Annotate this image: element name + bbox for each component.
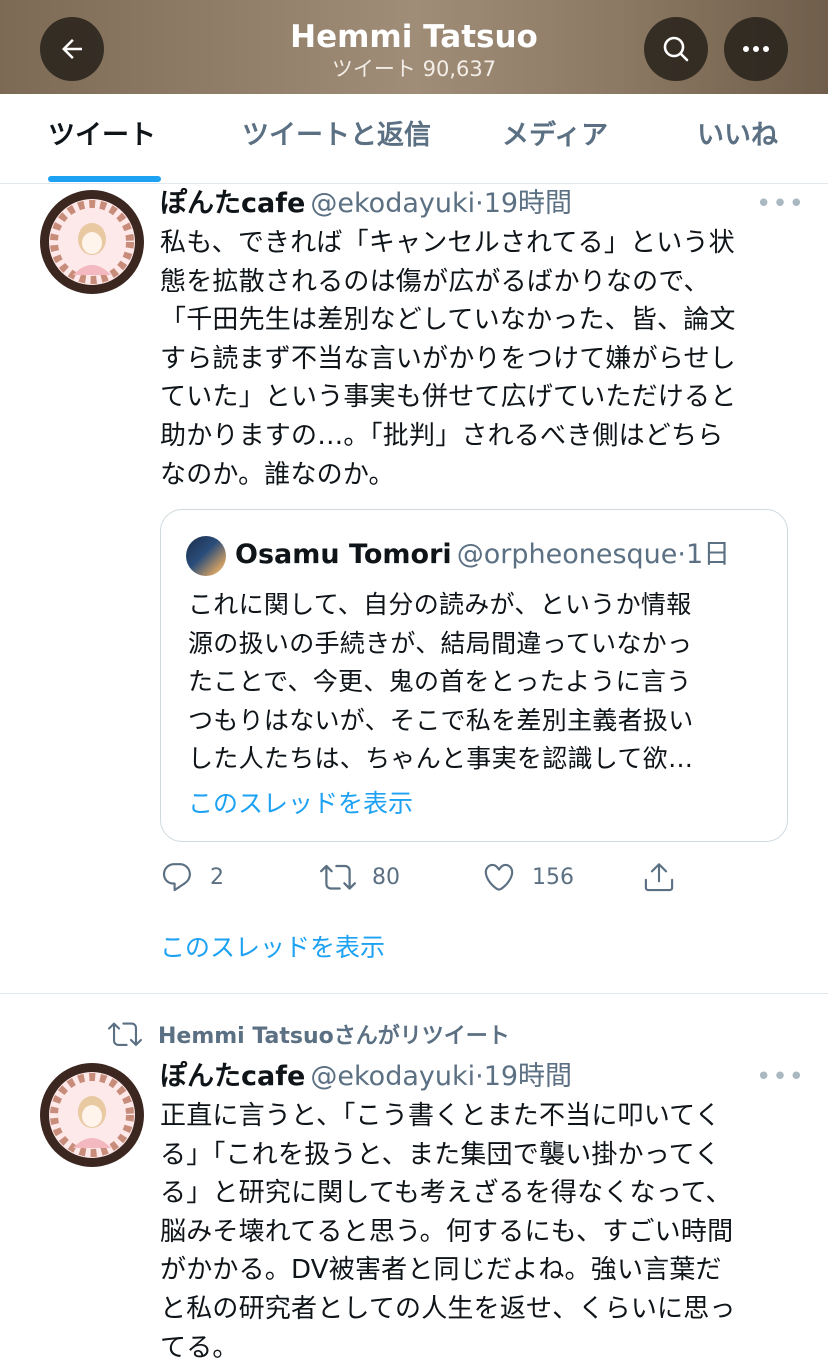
author-name[interactable]: ぽんたcafe xyxy=(160,1061,305,1092)
quoted-tweet-card[interactable]: Osamu Tomori @orpheonesque·1日 これに関して、自分の… xyxy=(160,509,788,842)
tweet-text-line: てる。 xyxy=(160,1332,239,1363)
tweet-text-line: 脳みそ壊れてると思う。何するにも、すごい時間 xyxy=(160,1216,734,1247)
tweet-menu-icon[interactable]: ••• xyxy=(756,1064,805,1090)
avatar-image xyxy=(49,1072,135,1158)
profile-header: Hemmi Tatsuo ツイート 90,637 xyxy=(0,0,828,94)
retweet-count: 80 xyxy=(372,864,400,890)
author-handle[interactable]: @ekodayuki xyxy=(310,188,475,219)
tweet-text-line: ていた」という事実も併せて広げていただけると xyxy=(160,382,737,413)
quoted-text-line: これに関して、自分の読みが、というか情報 xyxy=(188,590,692,619)
quoted-avatar[interactable] xyxy=(186,536,226,576)
like-count: 156 xyxy=(532,864,574,890)
tweet-header: ぽんたcafe @ekodayuki·19時間 xyxy=(160,186,572,222)
tab-media[interactable]: メディア xyxy=(502,118,608,154)
quoted-tweet-time: 1日 xyxy=(685,539,731,570)
tweet-text-line: 私も、できれば「キャンセルされてる」という状 xyxy=(160,228,735,258)
tweet-text-line: る」「これを扱うと、また集団で襲い掛かってく xyxy=(160,1139,721,1170)
share-button[interactable] xyxy=(642,858,676,896)
retweet-icon xyxy=(320,864,356,890)
tweet-divider xyxy=(0,993,828,994)
quoted-text-line: つもりはないが、そこで私を差別主義者扱い xyxy=(188,705,694,735)
profile-name-title: Hemmi Tatsuo xyxy=(290,19,538,55)
profile-tabs: ツイート ツイートと返信 メディア いいね xyxy=(0,94,828,184)
retweeted-by-text[interactable]: Hemmi Tatsuoさんがリツイート xyxy=(158,1018,510,1050)
search-button[interactable] xyxy=(644,17,708,81)
avatar[interactable] xyxy=(40,1063,144,1167)
tweet-text: 正直に言うと、「こう書くとまた不当に叩いてく る」「これを扱うと、また集団で襲い… xyxy=(160,1097,788,1367)
tweet-text-line: と私の研究者としての人生を返せ、くらいに思っ xyxy=(160,1293,736,1324)
tweet-text-line: 正直に言うと、「こう書くとまた不当に叩いてく xyxy=(160,1101,721,1131)
tab-tweets[interactable]: ツイート xyxy=(48,118,156,154)
tweet-text: 私も、できれば「キャンセルされてる」という状 態を拡散されるのは傷が広がるばかり… xyxy=(160,224,788,494)
dot-separator: · xyxy=(475,188,484,219)
avatar[interactable] xyxy=(40,190,144,294)
more-icon xyxy=(743,46,769,52)
reply-count: 2 xyxy=(210,864,224,890)
quoted-show-thread-link[interactable]: このスレッドを表示 xyxy=(188,786,413,822)
back-button[interactable] xyxy=(40,17,104,81)
retweeted-by-label: Hemmi Tatsuoさんがリツイート xyxy=(108,1017,510,1051)
dot-separator: · xyxy=(475,1061,484,1092)
active-tab-indicator xyxy=(48,176,161,182)
tab-tweets-and-replies[interactable]: ツイートと返信 xyxy=(242,118,431,154)
show-thread-link[interactable]: このスレッドを表示 xyxy=(160,929,385,967)
tweet-time[interactable]: 19時間 xyxy=(484,1061,572,1092)
search-icon xyxy=(663,36,689,62)
avatar-image xyxy=(49,199,135,285)
quoted-tweet-header: Osamu Tomori @orpheonesque·1日 xyxy=(235,537,730,573)
tweet-text-line: 助かりますの…。「批判」されるべき側はどちら xyxy=(160,420,724,451)
author-handle[interactable]: @ekodayuki xyxy=(310,1061,475,1092)
arrow-left-icon xyxy=(62,39,82,59)
quoted-tweet-text: これに関して、自分の読みが、というか情報 源の扱いの手続きが、結局間違っていなか… xyxy=(188,586,758,779)
quoted-author-handle: @orpheonesque xyxy=(456,539,678,570)
tweet-text-line: 「千田先生は差別などしていなかった、皆、論文 xyxy=(160,305,736,336)
retweet-icon xyxy=(108,1022,142,1046)
tab-likes[interactable]: いいね xyxy=(697,118,778,154)
quoted-text-line: した人たちは、ちゃんと事実を認識して欲… xyxy=(188,744,694,773)
tweet-menu-icon[interactable]: ••• xyxy=(756,191,805,217)
more-options-button[interactable] xyxy=(724,17,788,81)
reply-icon xyxy=(162,863,191,892)
heart-icon xyxy=(484,863,514,891)
quoted-author-name: Osamu Tomori xyxy=(235,539,452,570)
quoted-text-line: たことで、今更、鬼の首をとったように言う xyxy=(188,667,692,696)
reply-button[interactable]: 2 xyxy=(160,858,224,896)
tweet-text-line: すら読まず不当な言いがかりをつけて嫌がらせし xyxy=(160,343,736,374)
like-button[interactable]: 156 xyxy=(482,858,574,896)
tweet-text-line: がかかる。DV被害者と同じだよね。強い言葉だ xyxy=(160,1255,722,1286)
tweet-header: ぽんたcafe @ekodayuki·19時間 xyxy=(160,1059,572,1095)
tweet-text-line: る」と研究に関しても考えざるを得なくなって、 xyxy=(160,1178,732,1209)
tweet-text-line: 態を拡散されるのは傷が広がるばかりなので、 xyxy=(160,266,710,297)
dot-separator: · xyxy=(677,539,686,570)
retweet-button[interactable]: 80 xyxy=(320,858,400,896)
tweet-text-line: なのか。誰なのか。 xyxy=(160,459,395,490)
quoted-text-line: 源の扱いの手続きが、結局間違っていなかっ xyxy=(188,628,693,658)
tweet-time[interactable]: 19時間 xyxy=(484,188,572,219)
tweet-count: ツイート 90,637 xyxy=(331,57,497,81)
share-icon xyxy=(644,863,674,892)
author-name[interactable]: ぽんたcafe xyxy=(160,188,305,219)
